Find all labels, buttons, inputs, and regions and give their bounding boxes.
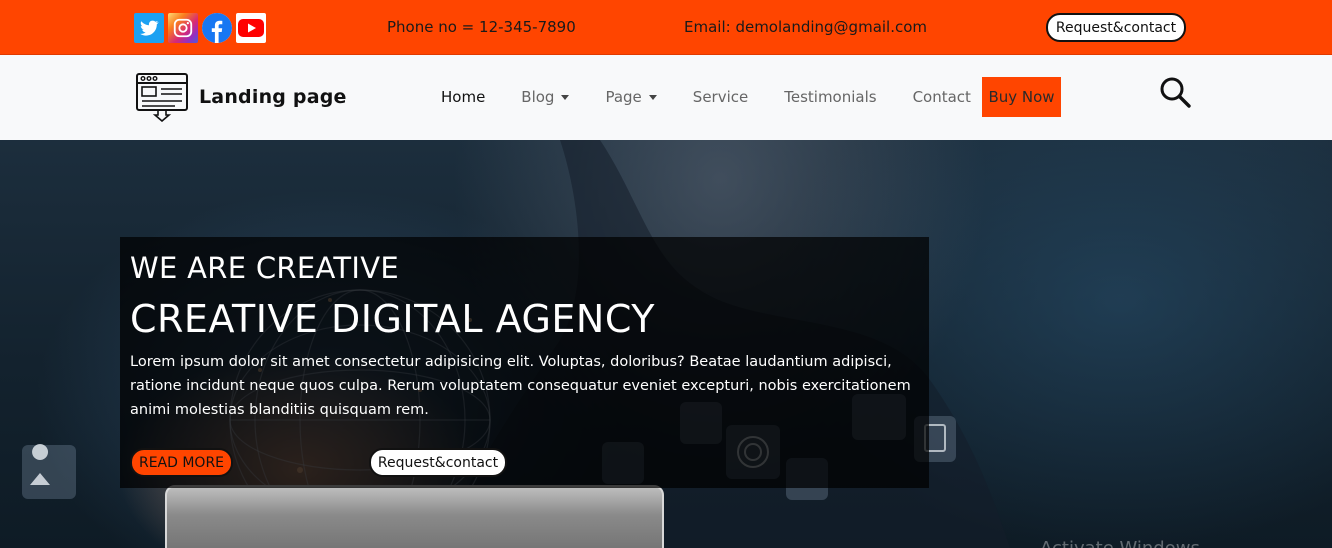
nav-item-home[interactable]: Home: [441, 88, 485, 106]
request-contact-button[interactable]: Request&contact: [1046, 13, 1186, 42]
search-icon[interactable]: [1158, 75, 1192, 109]
twitter-icon[interactable]: [134, 13, 164, 43]
nav-item-blog[interactable]: Blog: [521, 88, 570, 106]
nav-item-label: Blog: [521, 88, 555, 106]
smartphone-image: [165, 485, 664, 548]
nav-item-label: Page: [605, 88, 642, 106]
nav-item-testimonials[interactable]: Testimonials: [784, 88, 876, 106]
facebook-icon[interactable]: [202, 13, 232, 43]
navbar: Landing page Home Blog Page Service Test…: [0, 55, 1332, 140]
hero-request-contact-button[interactable]: Request&contact: [369, 448, 507, 477]
hero-caption: WE ARE CREATIVE CREATIVE DIGITAL AGENCY …: [120, 237, 929, 488]
nav-item-contact[interactable]: Contact: [913, 88, 971, 106]
nav-item-label: Testimonials: [784, 88, 877, 106]
top-bar: Phone no = 12-345-7890 Email: demolandin…: [0, 0, 1332, 55]
caret-down-icon: [648, 94, 657, 100]
buy-now-button[interactable]: Buy Now: [982, 77, 1061, 117]
social-links: [134, 13, 266, 43]
hero-description: Lorem ipsum dolor sit amet consectetur a…: [130, 354, 911, 418]
brand[interactable]: Landing page: [135, 72, 347, 122]
hero-banner: WE ARE CREATIVE CREATIVE DIGITAL AGENCY …: [0, 140, 1332, 548]
caret-down-icon: [561, 94, 570, 100]
brand-name: Landing page: [199, 86, 347, 108]
landing-page-logo-icon: [136, 73, 188, 122]
nav-item-label: Home: [441, 88, 486, 106]
hero-title: CREATIVE DIGITAL AGENCY: [130, 297, 655, 341]
read-more-button[interactable]: READ MORE: [130, 448, 233, 477]
contact-phone: Phone no = 12-345-7890: [387, 18, 576, 36]
nav-item-label: Service: [692, 88, 749, 106]
nav-item-label: Contact: [912, 88, 971, 106]
activate-windows-watermark: Activate Windows: [1040, 538, 1200, 548]
instagram-icon[interactable]: [168, 13, 198, 43]
hero-subtitle: WE ARE CREATIVE: [130, 251, 399, 285]
youtube-icon[interactable]: [236, 13, 266, 43]
nav-item-page[interactable]: Page: [605, 88, 657, 106]
nav-item-service[interactable]: Service: [693, 88, 748, 106]
nav-menu: Home Blog Page Service Testimonials Cont…: [441, 88, 1007, 106]
contact-email: Email: demolanding@gmail.com: [684, 18, 928, 36]
